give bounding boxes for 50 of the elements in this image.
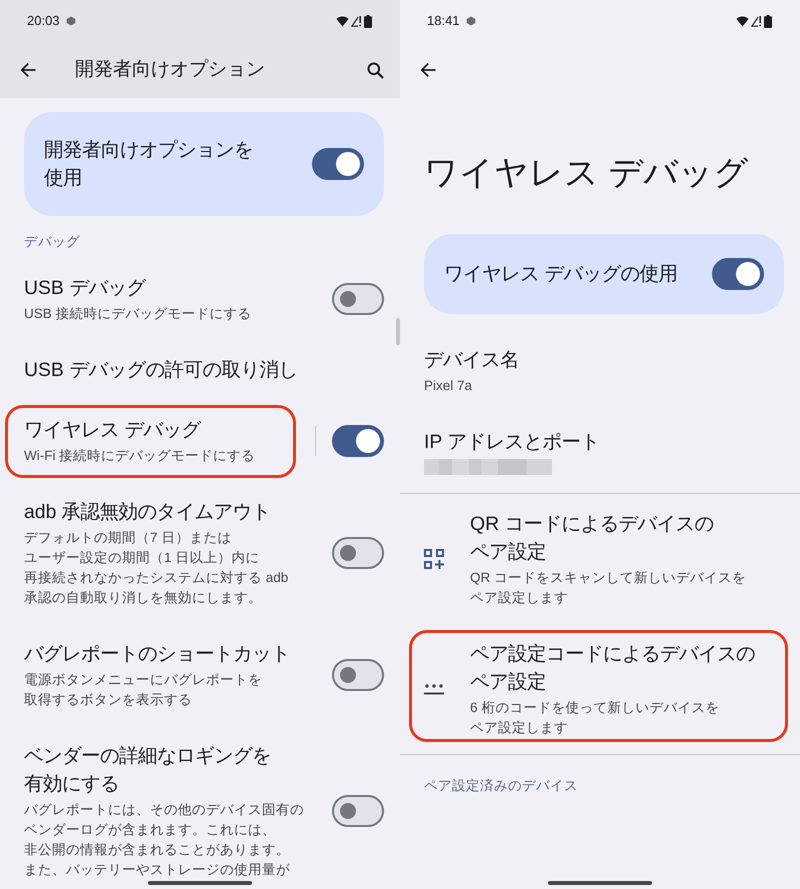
search-icon[interactable]	[367, 62, 384, 78]
signal-icon	[351, 15, 362, 27]
setting-summary: 6 桁のコードを使って新しいデバイスをペア設定します	[470, 699, 720, 737]
toggle-switch[interactable]	[332, 425, 384, 457]
setting-title: USB デバッグ	[24, 276, 147, 301]
password-dots-icon	[424, 683, 444, 695]
main-switch-card[interactable]: 開発者向けオプションを使用	[24, 112, 384, 216]
setting-title[interactable]: QR コードによるデバイスのペア設定	[470, 510, 763, 566]
battery-icon	[364, 14, 372, 28]
setting-summary: Wi-Fi 接続時にデバッグモードにする	[24, 447, 256, 465]
gesture-handle[interactable]	[548, 881, 652, 885]
section-header: ペア設定済みのデバイス	[424, 777, 578, 795]
setting-title: adb 承認無効のタイムアウト	[24, 500, 272, 525]
main-switch-card[interactable]: ワイヤレス デバッグの使用	[424, 234, 784, 314]
back-icon[interactable]	[20, 62, 36, 78]
setting-title: ベンダーの詳細なロギングを有効にする	[24, 744, 272, 797]
page-title: ワイヤレス デバッグ	[424, 153, 750, 194]
toggle-switch[interactable]	[712, 258, 764, 290]
setting-summary: 電源ボタンメニューにバグレポートを取得するボタンを表示する	[24, 671, 263, 709]
notification-icon	[66, 16, 76, 26]
section-header: デバッグ	[24, 233, 80, 251]
signal-icon	[751, 15, 762, 27]
setting-summary: デフォルトの期間（7 日）またはユーザー設定の期間（1 日以上）内に再接続されなかったシステムに対する adb 承認の自動取り消しを無効にします。	[24, 529, 290, 607]
main-switch-label: ワイヤレス デバッグの使用	[444, 262, 678, 287]
toggle-switch[interactable]	[332, 795, 384, 827]
toggle-switch[interactable]	[332, 283, 384, 315]
setting-title: デバイス名	[424, 348, 520, 373]
setting-title: ワイヤレス デバッグ	[24, 418, 202, 443]
toggle-switch[interactable]	[332, 537, 384, 569]
setting-summary: Pixel 7a	[424, 377, 474, 395]
setting-summary: USB 接続時にデバッグモードにする	[24, 305, 253, 323]
setting-title[interactable]: ペア設定コードによるデバイスのペア設定	[470, 640, 763, 696]
wifi-icon	[736, 16, 749, 26]
back-icon[interactable]	[420, 62, 436, 78]
battery-icon	[764, 14, 772, 28]
qr-code-icon	[424, 549, 444, 569]
toggle-switch[interactable]	[312, 148, 364, 180]
setting-title[interactable]: USB デバッグの許可の取り消し	[24, 356, 384, 384]
status-time: 18:41	[427, 13, 460, 29]
status-time: 20:03	[27, 13, 60, 29]
wifi-icon	[336, 16, 349, 26]
main-switch-label: 開発者向けオプションを使用	[44, 138, 254, 191]
setting-summary: バグレポートには、その他のデバイス固有のベンダーログが含まれます。これには、非公開の情報が含まれることがあります。また、バッテリーやストレージの使用量が	[24, 801, 305, 879]
toggle-switch[interactable]	[332, 659, 384, 691]
gesture-handle[interactable]	[148, 881, 252, 885]
setting-title: IP アドレスとポート	[424, 430, 600, 455]
notification-icon	[466, 16, 476, 26]
setting-title: バグレポートのショートカット	[24, 642, 291, 667]
setting-summary: QR コードをスキャンして新しいデバイスをペア設定します	[470, 569, 748, 607]
app-bar-title: 開発者向けオプション	[75, 58, 265, 82]
